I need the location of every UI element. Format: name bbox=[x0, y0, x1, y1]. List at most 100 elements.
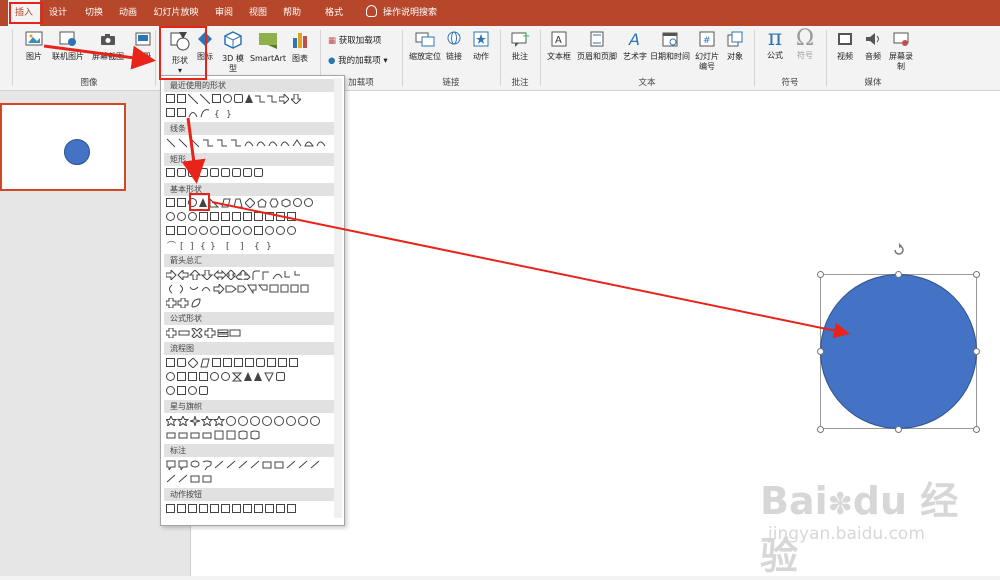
round-rectangle-shape[interactable] bbox=[243, 168, 252, 177]
resize-handle[interactable] bbox=[895, 271, 902, 278]
snip-rectangle-shape[interactable] bbox=[210, 168, 219, 177]
screen-record-button[interactable]: 屏幕录制 bbox=[888, 30, 914, 72]
decagon-shape[interactable] bbox=[293, 198, 302, 207]
block-arrow-shapes[interactable] bbox=[166, 298, 226, 308]
flowchart-decision-shape[interactable] bbox=[188, 358, 198, 368]
frame-shape[interactable] bbox=[199, 212, 208, 221]
resize-handle[interactable] bbox=[973, 426, 980, 433]
action-custom-button-shape[interactable] bbox=[287, 504, 296, 513]
shape-item[interactable] bbox=[177, 108, 186, 117]
block-arrow-shapes[interactable] bbox=[166, 270, 326, 280]
curve-shape[interactable] bbox=[200, 108, 210, 118]
rounded-rectangle-shape[interactable] bbox=[177, 168, 186, 177]
cloud-shape[interactable] bbox=[287, 226, 296, 235]
flowchart-terminator-shape[interactable] bbox=[256, 358, 265, 367]
rectangle-shape[interactable] bbox=[166, 168, 175, 177]
action-home-button-shape[interactable] bbox=[210, 504, 219, 513]
round-rectangle-shape[interactable] bbox=[254, 168, 263, 177]
can-shape[interactable] bbox=[265, 212, 274, 221]
cube-shape[interactable] bbox=[276, 212, 285, 221]
audio-button[interactable]: 音频 bbox=[860, 30, 886, 62]
smartart-button[interactable]: SmartArt bbox=[249, 30, 287, 64]
no-symbol-shape[interactable] bbox=[199, 226, 208, 235]
l-shape[interactable] bbox=[221, 212, 230, 221]
album-button[interactable]: 相册 bbox=[128, 30, 158, 62]
flowchart-direct-access-shape[interactable] bbox=[199, 386, 208, 395]
flowchart-internal-storage-shape[interactable] bbox=[223, 358, 232, 367]
pie-shape[interactable] bbox=[166, 212, 175, 221]
flowchart-summing-shape[interactable] bbox=[210, 372, 219, 381]
slide-thumbnail[interactable] bbox=[0, 103, 126, 191]
flowchart-manual-operation-shape[interactable] bbox=[289, 358, 298, 367]
action-back-button-shape[interactable] bbox=[166, 504, 175, 513]
lightning-shape[interactable] bbox=[254, 226, 263, 235]
flowchart-document-shape[interactable] bbox=[234, 358, 243, 367]
rectangle-shape[interactable] bbox=[212, 94, 221, 103]
flowchart-collate-shape[interactable] bbox=[232, 372, 242, 382]
tab-format[interactable]: 格式 bbox=[320, 0, 348, 26]
flowchart-extract-shape[interactable] bbox=[254, 372, 262, 381]
symbol-button[interactable]: Ω 符号 bbox=[790, 28, 820, 61]
callout-shapes[interactable] bbox=[166, 474, 226, 484]
line-shape[interactable] bbox=[188, 94, 198, 104]
trapezoid-shape[interactable] bbox=[233, 198, 243, 208]
textbox-button[interactable]: A 文本框 bbox=[544, 30, 574, 62]
elbow-connector-shape[interactable] bbox=[267, 94, 277, 104]
donut-shape[interactable] bbox=[188, 226, 197, 235]
block-arc-shape[interactable] bbox=[210, 226, 219, 235]
action-movie-button-shape[interactable] bbox=[243, 504, 252, 513]
right-arrow-shape[interactable] bbox=[279, 94, 289, 104]
block-arrow-shapes[interactable] bbox=[166, 284, 326, 294]
link-button[interactable]: 链接 bbox=[442, 30, 466, 62]
zoom-button[interactable]: 缩放定位 bbox=[406, 30, 444, 62]
action-return-button-shape[interactable] bbox=[232, 504, 241, 513]
model3d-button[interactable]: 3D 模型 bbox=[219, 30, 247, 74]
datetime-button[interactable]: 日期和时间 bbox=[648, 30, 692, 62]
wordart-button[interactable]: A 艺术字 bbox=[620, 30, 650, 62]
cross-shape[interactable] bbox=[243, 212, 252, 221]
flowchart-punched-tape-shape[interactable] bbox=[199, 372, 208, 381]
half-frame-shape[interactable] bbox=[210, 212, 219, 221]
moon-shape[interactable] bbox=[276, 226, 285, 235]
action-beginning-button-shape[interactable] bbox=[188, 504, 197, 513]
resize-handle[interactable] bbox=[817, 271, 824, 278]
screenshot-button[interactable]: 屏幕截图 bbox=[88, 30, 128, 62]
parallelogram-shape[interactable] bbox=[221, 198, 231, 208]
brace-shape[interactable]: { bbox=[212, 108, 222, 118]
resize-handle[interactable] bbox=[973, 271, 980, 278]
snip-rectangle-shape[interactable] bbox=[188, 168, 197, 177]
flowchart-card-shape[interactable] bbox=[188, 372, 197, 381]
flowchart-offpage-shape[interactable] bbox=[177, 372, 186, 381]
round-rectangle-shape[interactable] bbox=[221, 168, 230, 177]
online-picture-button[interactable]: 联机图片 bbox=[50, 30, 86, 62]
smiley-shape[interactable] bbox=[232, 226, 241, 235]
shape-item[interactable] bbox=[166, 226, 175, 235]
flowchart-manual-input-shape[interactable] bbox=[278, 358, 287, 367]
my-addins-button[interactable]: ● 我的加载项 ▾ bbox=[328, 54, 388, 68]
object-button[interactable]: 对象 bbox=[722, 30, 748, 62]
brace-shape[interactable]: } bbox=[224, 108, 234, 118]
menu-scrollbar[interactable] bbox=[334, 78, 342, 518]
textbox-shape[interactable] bbox=[166, 198, 175, 207]
star-shapes[interactable] bbox=[166, 416, 326, 426]
bevel-shape[interactable] bbox=[287, 212, 296, 221]
flowchart-sort-shape[interactable] bbox=[244, 372, 252, 381]
resize-handle[interactable] bbox=[817, 426, 824, 433]
action-end-button-shape[interactable] bbox=[199, 504, 208, 513]
line-shape[interactable] bbox=[200, 94, 210, 104]
action-help-button-shape[interactable] bbox=[276, 504, 285, 513]
tab-review[interactable]: 审阅 bbox=[210, 0, 238, 26]
triangle-shape[interactable] bbox=[245, 94, 253, 103]
flowchart-or-shape[interactable] bbox=[221, 372, 230, 381]
rounded-rectangle-shape[interactable] bbox=[234, 94, 243, 103]
heart-shape[interactable] bbox=[243, 226, 252, 235]
flowchart-process-shape[interactable] bbox=[166, 358, 175, 367]
tab-slideshow[interactable]: 幻灯片放映 bbox=[150, 0, 202, 26]
action-info-button-shape[interactable] bbox=[221, 504, 230, 513]
equation-shapes[interactable] bbox=[166, 328, 246, 338]
pentagon-shape[interactable] bbox=[257, 198, 267, 208]
callout-shapes[interactable] bbox=[166, 460, 326, 470]
diagonal-stripe-shape[interactable] bbox=[232, 212, 241, 221]
slide-number-button[interactable]: # 幻灯片编号 bbox=[692, 30, 722, 72]
action-document-button-shape[interactable] bbox=[254, 504, 263, 513]
